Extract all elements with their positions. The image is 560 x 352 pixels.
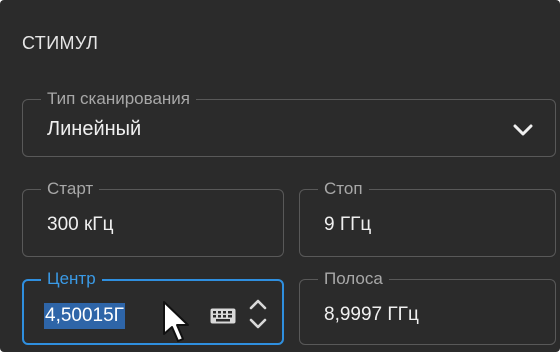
scan-type-select[interactable]: Тип сканирования Линейный [22,88,556,157]
keyboard-icon[interactable] [210,308,236,324]
start-label: Старт [41,178,100,200]
mouse-cursor-icon [163,301,189,342]
stimulus-panel: СТИМУЛ Тип сканирования Линейный Старт 3… [0,0,560,352]
chevron-down-icon[interactable] [509,120,537,140]
span-value: 8,9997 ГГц [324,304,419,325]
stop-value: 9 ГГц [324,214,372,235]
span-label: Полоса [318,268,389,290]
stop-field[interactable]: Стоп 9 ГГц [299,178,556,257]
span-field[interactable]: Полоса 8,9997 ГГц [299,268,556,345]
section-title: СТИМУЛ [22,33,99,53]
up-down-stepper-icon[interactable] [246,295,270,333]
start-value: 300 кГц [47,214,114,235]
center-label: Центр [41,268,102,290]
scan-type-value: Линейный [47,118,142,140]
start-field[interactable]: Старт 300 кГц [22,178,284,257]
center-value-input[interactable]: 4,50015Г [44,303,125,329]
stop-label: Стоп [318,178,369,200]
scan-type-label: Тип сканирования [41,88,197,110]
center-field[interactable]: Центр 4,50015Г [22,268,284,345]
